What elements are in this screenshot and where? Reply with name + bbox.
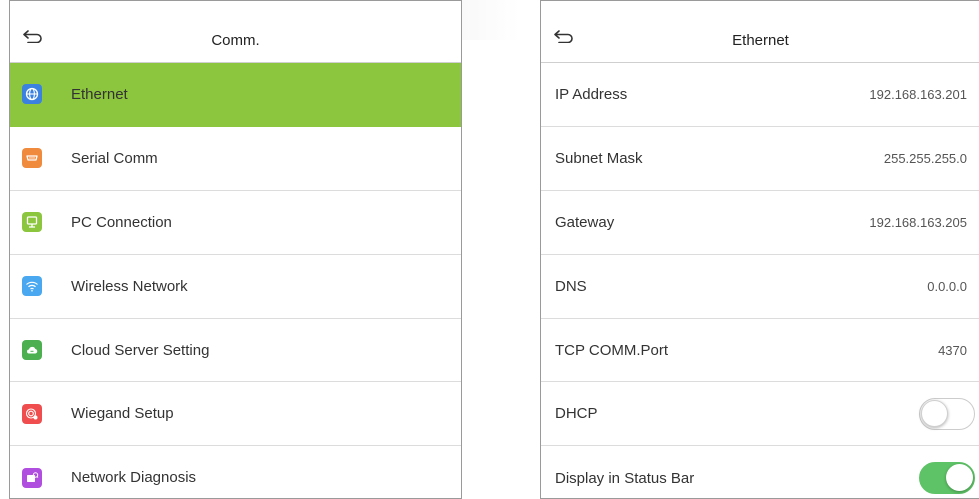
menu-item-wiegand-setup[interactable]: Wiegand Setup (10, 382, 461, 447)
network-diagnosis-icon (22, 467, 42, 488)
menu-item-label: Serial Comm (71, 149, 158, 167)
menu-item-serial-comm[interactable]: Serial Comm (10, 127, 461, 191)
setting-gateway[interactable]: Gateway 192.168.163.205 (541, 191, 979, 255)
setting-value: 4370 (938, 342, 967, 358)
setting-label: Subnet Mask (555, 149, 643, 167)
setting-value: 0.0.0.0 (927, 278, 967, 294)
menu-item-label: PC Connection (71, 213, 172, 231)
setting-display-in-status-bar: Display in Status Bar (541, 446, 979, 498)
setting-tcp-comm-port[interactable]: TCP COMM.Port 4370 (541, 319, 979, 383)
menu-item-cloud-server-setting[interactable]: Cloud Server Setting (10, 319, 461, 383)
menu-item-label: Ethernet (71, 85, 128, 103)
toggle-knob (921, 399, 948, 427)
ethernet-screen: Ethernet IP Address 192.168.163.201 Subn… (540, 0, 979, 499)
wiegand-icon (22, 403, 42, 424)
setting-value: 192.168.163.205 (869, 214, 967, 230)
setting-subnet-mask[interactable]: Subnet Mask 255.255.255.0 (541, 127, 979, 191)
menu-item-wireless-network[interactable]: Wireless Network (10, 255, 461, 319)
wifi-icon (22, 276, 42, 297)
globe-icon (22, 84, 42, 105)
setting-dns[interactable]: DNS 0.0.0.0 (541, 255, 979, 319)
page-title: Comm. (211, 32, 260, 49)
pc-icon (22, 212, 42, 233)
setting-value: 255.255.255.0 (883, 150, 967, 166)
setting-label: IP Address (555, 85, 628, 103)
status-bar-toggle[interactable] (919, 462, 975, 495)
menu-item-network-diagnosis[interactable]: Network Diagnosis (10, 446, 461, 498)
serial-port-icon (22, 148, 42, 169)
setting-label: TCP COMM.Port (555, 341, 669, 359)
setting-label: Display in Status Bar (555, 469, 695, 487)
toggle-knob (946, 464, 973, 492)
menu-item-label: Network Diagnosis (71, 469, 197, 487)
setting-dhcp: DHCP (541, 382, 979, 447)
setting-label: Gateway (555, 213, 615, 231)
setting-value: 192.168.163.201 (869, 86, 967, 102)
comm-menu-screen: Comm. Ethernet Serial Comm PC Connection… (9, 0, 462, 499)
ethernet-header: Ethernet (541, 1, 979, 63)
menu-item-label: Cloud Server Setting (71, 341, 210, 359)
menu-item-label: Wireless Network (71, 277, 188, 295)
setting-label: DNS (555, 277, 587, 295)
setting-ip-address[interactable]: IP Address 192.168.163.201 (541, 63, 979, 127)
menu-item-pc-connection[interactable]: PC Connection (10, 191, 461, 255)
menu-item-label: Wiegand Setup (71, 405, 174, 423)
menu-item-ethernet[interactable]: Ethernet (10, 63, 461, 127)
dhcp-toggle[interactable] (919, 397, 975, 430)
cloud-icon (22, 340, 42, 360)
page-title: Ethernet (732, 32, 789, 49)
setting-label: DHCP (555, 405, 598, 423)
comm-header: Comm. (10, 1, 461, 63)
